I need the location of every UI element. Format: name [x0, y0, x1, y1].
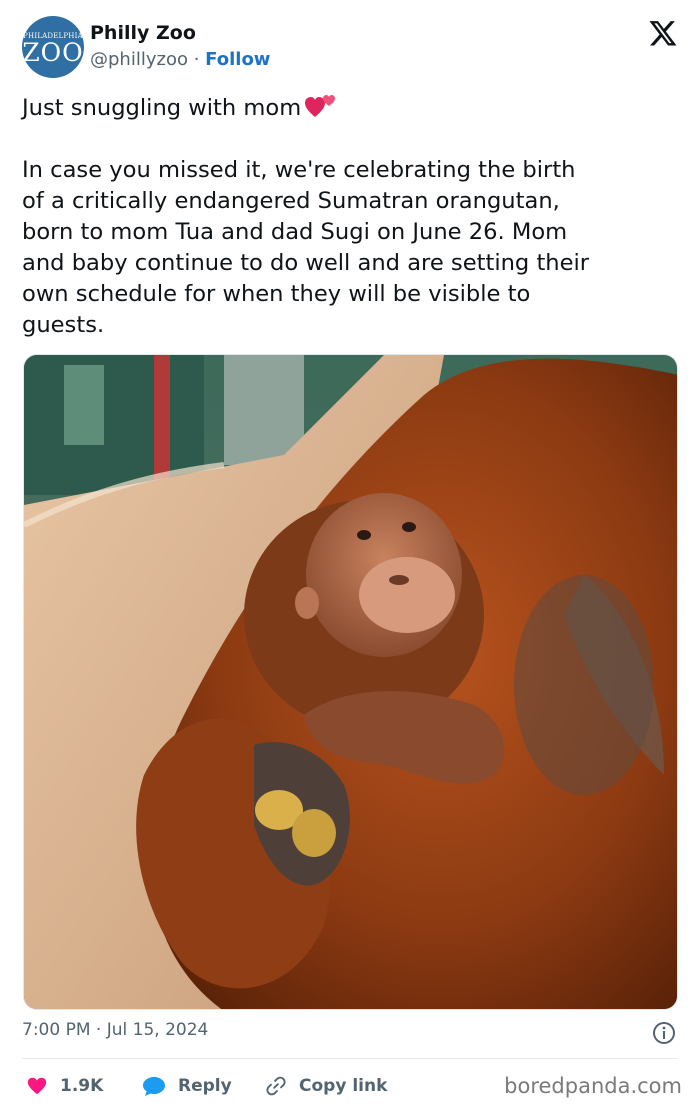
x-logo-icon[interactable] [648, 18, 678, 48]
heart-icon [27, 1077, 47, 1095]
watermark: boredpanda.com [504, 1074, 682, 1098]
follow-button[interactable]: Follow [205, 49, 270, 70]
copy-link-label: Copy link [299, 1076, 388, 1096]
tweet-paragraph-line: guests. [22, 312, 105, 338]
action-bar: 1.9K Reply Copy link [22, 1072, 482, 1100]
tweet-paragraph-line: In case you missed it, we're celebrating… [22, 157, 576, 183]
tweet-paragraph-line: own schedule for when they will be visib… [22, 281, 531, 307]
account-handle[interactable]: @phillyzoo [90, 49, 188, 70]
tweet-paragraph-line: of a critically endangered Sumatran oran… [22, 188, 560, 214]
like-count: 1.9K [60, 1076, 104, 1096]
copy-link-button[interactable]: Copy link [265, 1072, 387, 1100]
tweet-paragraph-line: born to mom Tua and dad Sugi on June 26.… [22, 219, 568, 245]
like-button[interactable]: 1.9K [26, 1072, 103, 1100]
orangutan-photo [24, 355, 677, 1009]
tweet-line-1-text: Just snuggling with mom [22, 95, 302, 121]
two-hearts-icon [305, 95, 336, 117]
tweet-header: PHILADELPHIA ZOO Philly Zoo @phillyzoo ·… [22, 16, 682, 78]
avatar-main-text: ZOO [22, 38, 84, 67]
tweet-photo[interactable] [23, 354, 678, 1010]
avatar[interactable]: PHILADELPHIA ZOO [22, 16, 84, 78]
reply-bubble-icon [143, 1077, 165, 1096]
info-icon[interactable] [652, 1021, 676, 1045]
tweet-line-1: Just snuggling with mom [22, 93, 682, 124]
tweet-paragraph-line: and baby continue to do well and are set… [22, 250, 590, 276]
separator: · [193, 49, 200, 70]
tweet-text: Just snuggling with mom In case you miss… [22, 93, 682, 341]
tweet-timestamp[interactable]: 7:00 PM · Jul 15, 2024 [22, 1020, 208, 1040]
handle-row: @phillyzoo · Follow [90, 49, 270, 70]
divider [22, 1058, 678, 1059]
reply-button[interactable]: Reply [142, 1072, 232, 1100]
link-icon [266, 1076, 286, 1096]
reply-label: Reply [178, 1076, 232, 1096]
account-name[interactable]: Philly Zoo [90, 22, 196, 44]
